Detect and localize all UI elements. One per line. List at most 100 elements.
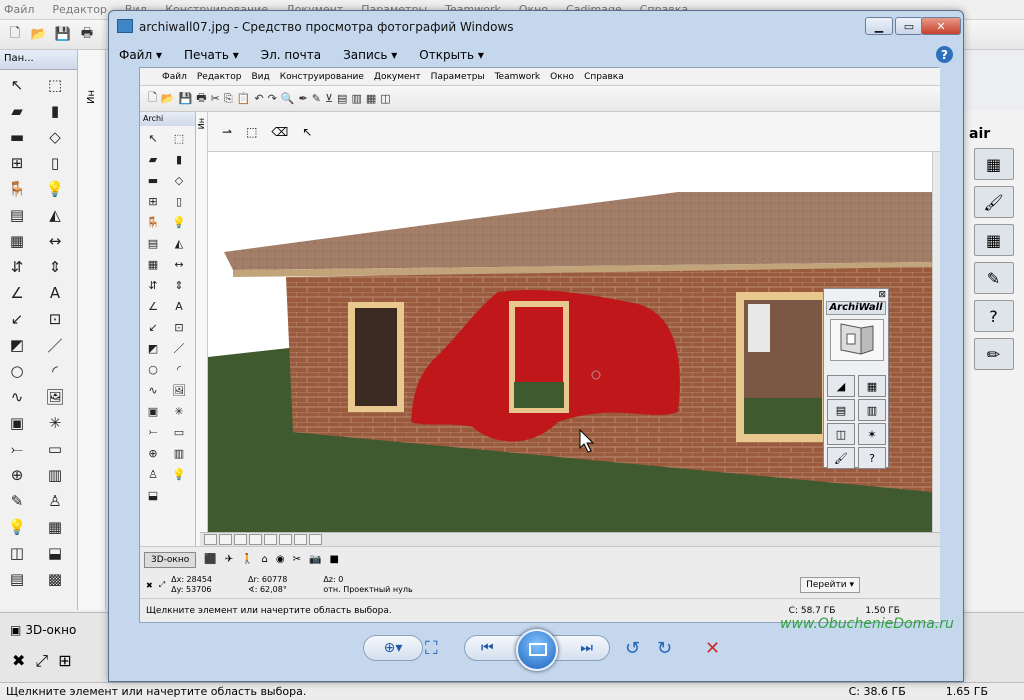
snap-icon[interactable]: ⤢ xyxy=(35,651,48,671)
pen-icon[interactable]: ✎ xyxy=(973,262,1014,294)
stair-alt-tool-icon[interactable]: ◫ xyxy=(4,542,30,564)
next-icon[interactable]: ⏭ xyxy=(580,640,593,656)
zoom-control[interactable]: ⊕▾ xyxy=(363,635,423,661)
inner-info-strip: Ин xyxy=(196,112,208,592)
inner-status-text: Щелкните элемент или начертите область в… xyxy=(146,605,392,616)
wardrobe-tool-icon[interactable]: ▦ xyxy=(42,516,68,538)
new-file-icon[interactable]: 🗋 xyxy=(6,26,24,44)
figure-tool-icon[interactable]: 🖼 xyxy=(42,386,68,408)
cancel-x-icon[interactable]: ✖ xyxy=(12,651,25,671)
previous-icon[interactable]: ⏮ xyxy=(481,640,494,656)
zoom-icon[interactable]: ⊕▾ xyxy=(384,640,403,656)
spline-tool-icon[interactable]: ∿ xyxy=(4,386,30,408)
help-icon[interactable]: ? xyxy=(936,46,953,63)
menu-burn[interactable]: Запись ▾ xyxy=(343,48,397,62)
dimension-tool-icon[interactable]: ↔ xyxy=(42,230,68,252)
line-tool-icon[interactable]: ／ xyxy=(42,334,68,356)
bg-menu-file[interactable]: Файл xyxy=(4,3,34,16)
camera-tool-icon[interactable]: ⊕ xyxy=(4,464,30,486)
maximize-button[interactable]: ▭ xyxy=(895,17,923,35)
inner-new-icon: 🗋 xyxy=(148,91,157,104)
text-tool-icon[interactable]: A xyxy=(42,282,68,304)
railing-tool-icon[interactable]: ▤ xyxy=(4,568,30,590)
inner-slab-icon: ◇ xyxy=(174,173,184,187)
lightbulb-tool-icon[interactable]: 💡 xyxy=(4,516,30,538)
inner-roof-icon: ◭ xyxy=(174,236,184,250)
inner-3d-window-tab: 3D-окно xyxy=(144,551,197,568)
beam-tool-icon[interactable]: ▬ xyxy=(4,126,30,148)
wall-frame-icon[interactable]: ▦ xyxy=(973,148,1014,180)
menu-open[interactable]: Открыть ▾ xyxy=(419,48,484,62)
stair-tool-icon[interactable]: ▤ xyxy=(4,204,30,226)
slab-tool-icon[interactable]: ◇ xyxy=(42,126,68,148)
nav-walk-icon xyxy=(264,534,277,545)
section-tool-icon[interactable]: ⤚ xyxy=(4,438,30,460)
actual-size-icon[interactable]: ⛶ xyxy=(425,638,438,659)
grid-snap-icon[interactable]: ⊞ xyxy=(58,651,71,671)
brush-icon[interactable]: 🖌 xyxy=(973,186,1014,218)
fill-tool-icon[interactable]: ◩ xyxy=(4,334,30,356)
hotspot-tool-icon[interactable]: ✳ xyxy=(42,412,68,434)
curtain-wall-tool-icon[interactable]: ▩ xyxy=(42,568,68,590)
window-tool-icon[interactable]: ⊞ xyxy=(4,152,30,174)
angle-dimension-icon[interactable]: ∠ xyxy=(4,282,30,304)
inner-window-icon: ⊞ xyxy=(148,194,158,208)
elevation-tool-icon[interactable]: ⇕ xyxy=(42,256,68,278)
inner-hotspot-icon: ✳ xyxy=(174,404,184,418)
print-icon[interactable]: 🖶 xyxy=(78,26,96,44)
inner-toolbox: Archi ↖ ⬚ ▰ ▮ ▬ ◇ ⊞ ▯ 🪑 💡 ▤ ◭ ▦ ↔ ⇵ ⇕ ∠ … xyxy=(140,112,196,592)
bg-menu-edit[interactable]: Редактор xyxy=(52,3,107,16)
column-tool-icon[interactable]: ▮ xyxy=(42,100,68,122)
inner-circle-icon: ○ xyxy=(148,362,158,376)
delete-icon[interactable]: ✕ xyxy=(705,638,720,659)
open-folder-icon[interactable]: 📂 xyxy=(30,26,48,44)
level-tool-icon[interactable]: ⇵ xyxy=(4,256,30,278)
inner-level-icon: ⇵ xyxy=(148,278,158,292)
slideshow-button[interactable] xyxy=(516,629,558,671)
archiwall-wall-icon xyxy=(830,319,884,361)
drawing-tool-icon[interactable]: ▣ xyxy=(4,412,30,434)
viewer-menubar: Файл ▾ Печать ▾ Эл. почта Запись ▾ Откры… xyxy=(109,43,963,67)
inner-zone-icon: ⊡ xyxy=(174,320,184,334)
wall-tool-icon[interactable]: ▰ xyxy=(4,100,30,122)
lamp-tool-icon[interactable]: 💡 xyxy=(42,178,68,200)
paint-bucket-icon[interactable]: ▦ xyxy=(973,224,1014,256)
inner-menu-options: Параметры xyxy=(430,71,485,82)
inner-label-icon: ↙ xyxy=(148,320,158,334)
label-tool-icon[interactable]: ↙ xyxy=(4,308,30,330)
marquee-tool-icon[interactable]: ⬚ xyxy=(42,74,68,96)
door-tool-icon[interactable]: ▯ xyxy=(42,152,68,174)
save-icon[interactable]: 💾 xyxy=(54,26,72,44)
help-question-icon[interactable]: ? xyxy=(973,300,1014,332)
inner-grid-icon: ▦ xyxy=(365,92,377,105)
watermark: www.ObuchenieDoma.ru xyxy=(780,616,954,632)
close-button[interactable]: ✕ xyxy=(921,17,961,35)
rotate-right-icon[interactable]: ↻ xyxy=(657,638,672,659)
detail-tool-icon[interactable]: ▭ xyxy=(42,438,68,460)
inner-mesh-icon: ▦ xyxy=(147,257,159,271)
object-tool-icon[interactable]: 🪑 xyxy=(4,178,30,200)
ram-usage: 1.65 ГБ xyxy=(945,685,988,698)
shell-tool-icon[interactable]: ⬓ xyxy=(42,542,68,564)
edit-tool-icon[interactable]: ✎ xyxy=(4,490,30,512)
menu-email[interactable]: Эл. почта xyxy=(261,48,321,62)
rotate-left-icon[interactable]: ↺ xyxy=(625,638,640,659)
worksheet-tool-icon[interactable]: ▥ xyxy=(42,464,68,486)
walkthrough-tool-icon[interactable]: ♙ xyxy=(42,490,68,512)
archiwall-palette: ⊠ ArchiWall ◢ ▦ ▤ ▥ ◫ ✶ 🖌 ? xyxy=(823,288,889,469)
3d-window-tab[interactable]: 3D-окно xyxy=(25,623,76,637)
arc-tool-icon[interactable]: ◜ xyxy=(42,360,68,382)
arrow-tool-icon[interactable]: ↖ xyxy=(4,74,30,96)
pencil-icon[interactable]: ✏ xyxy=(973,338,1014,370)
inner-figure-icon: 🖼 xyxy=(172,383,186,397)
coord-dy: Δy: 53706 xyxy=(171,585,212,594)
roof-tool-icon[interactable]: ◭ xyxy=(42,204,68,226)
3d-window-tab-icon[interactable]: ▣ xyxy=(10,623,21,637)
zone-tool-icon[interactable]: ⊡ xyxy=(42,308,68,330)
minimize-button[interactable]: ▁ xyxy=(865,17,893,35)
circle-tool-icon[interactable]: ○ xyxy=(4,360,30,382)
menu-print[interactable]: Печать ▾ xyxy=(184,48,239,62)
nav-next-icon xyxy=(309,534,322,545)
mesh-tool-icon[interactable]: ▦ xyxy=(4,230,30,252)
menu-file[interactable]: Файл ▾ xyxy=(119,48,162,62)
